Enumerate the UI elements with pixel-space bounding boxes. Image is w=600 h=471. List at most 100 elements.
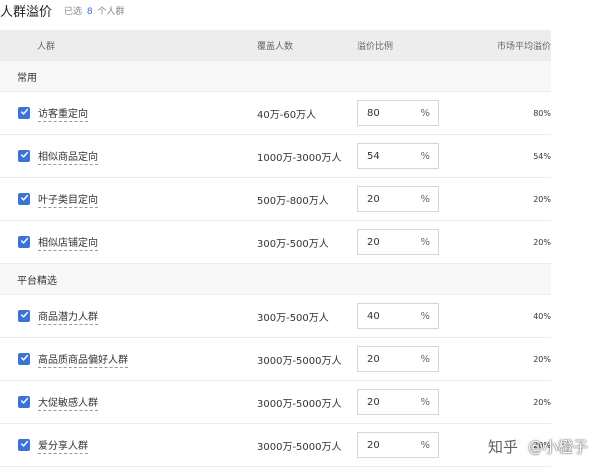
premium-ratio-value[interactable]: 80	[367, 108, 380, 119]
market-average-premium: 20%	[533, 194, 551, 204]
crowd-cell: 大促敏感人群	[0, 394, 257, 411]
percent-unit: %	[420, 310, 430, 322]
crowd-checkbox[interactable]	[18, 396, 30, 408]
table-row: 高品质商品偏好人群 3000万-5000万人 20% 20%	[0, 338, 551, 381]
selected-summary: 已选 8 个人群	[64, 4, 125, 17]
check-icon	[20, 439, 29, 451]
check-icon	[20, 193, 29, 205]
check-icon	[20, 107, 29, 119]
premium-ratio-value[interactable]: 20	[367, 397, 380, 408]
cover-count: 3000万-5000万人	[257, 441, 342, 453]
crowd-checkbox[interactable]	[18, 353, 30, 365]
crowd-name[interactable]: 相似商品定向	[38, 148, 98, 165]
market-average-premium: 20%	[533, 397, 551, 407]
cover-count: 1000万-3000万人	[257, 152, 342, 164]
cover-count: 500万-800万人	[257, 195, 329, 207]
table-row: 相似店铺定向 300万-500万人 20% 20%	[0, 221, 551, 264]
crowd-cell: 商品潜力人群	[0, 308, 257, 325]
crowd-premium-table: 人群 覆盖人数 溢价比例 市场平均溢价 常用 访客重定向 40万-60万人 80% 80…	[0, 30, 551, 467]
premium-ratio-input[interactable]: 20%	[357, 346, 439, 372]
crowd-checkbox[interactable]	[18, 310, 30, 322]
premium-ratio-value[interactable]: 20	[367, 354, 380, 365]
column-header-market: 市场平均溢价	[496, 42, 551, 52]
check-icon	[20, 396, 29, 408]
cover-count: 3000万-5000万人	[257, 355, 342, 367]
table-row: 爱分享人群 3000万-5000万人 20% 20%	[0, 424, 551, 467]
crowd-name[interactable]: 相似店铺定向	[38, 234, 98, 251]
premium-ratio-value[interactable]: 20	[367, 237, 380, 248]
crowd-cell: 相似商品定向	[0, 148, 257, 165]
page-title: 人群溢价	[0, 4, 53, 20]
selected-suffix: 个人群	[97, 6, 125, 17]
crowd-name[interactable]: 商品潜力人群	[38, 308, 98, 325]
ratio-cell: 20%	[357, 186, 467, 212]
market-average-premium: 20%	[533, 354, 551, 364]
selected-prefix: 已选	[64, 6, 83, 17]
premium-ratio-input[interactable]: 54%	[357, 143, 439, 169]
crowd-name[interactable]: 叶子类目定向	[38, 191, 98, 208]
market-average-premium: 40%	[533, 311, 551, 321]
selected-count: 8	[86, 6, 93, 17]
crowd-checkbox[interactable]	[18, 236, 30, 248]
group-label: 平台精选	[0, 264, 551, 295]
premium-ratio-value[interactable]: 54	[367, 151, 380, 162]
watermark: 知乎 @小橙子	[488, 436, 588, 457]
crowd-checkbox[interactable]	[18, 439, 30, 451]
cover-count: 3000万-5000万人	[257, 398, 342, 410]
crowd-cell: 高品质商品偏好人群	[0, 351, 257, 368]
group-label: 常用	[0, 61, 551, 92]
premium-ratio-input[interactable]: 20%	[357, 389, 439, 415]
crowd-checkbox[interactable]	[18, 193, 30, 205]
ratio-cell: 20%	[357, 346, 467, 372]
percent-unit: %	[420, 150, 430, 162]
check-icon	[20, 310, 29, 322]
crowd-name[interactable]: 爱分享人群	[38, 437, 88, 454]
premium-ratio-input[interactable]: 20%	[357, 186, 439, 212]
crowd-name[interactable]: 访客重定向	[38, 105, 88, 122]
check-icon	[20, 150, 29, 162]
crowd-checkbox[interactable]	[18, 107, 30, 119]
check-icon	[20, 236, 29, 248]
crowd-cell: 访客重定向	[0, 105, 257, 122]
crowd-name[interactable]: 高品质商品偏好人群	[38, 351, 128, 368]
premium-ratio-value[interactable]: 20	[367, 194, 380, 205]
market-average-premium: 54%	[533, 151, 551, 161]
ratio-cell: 20%	[357, 389, 467, 415]
crowd-cell: 相似店铺定向	[0, 234, 257, 251]
column-header-cover: 覆盖人数	[257, 42, 294, 52]
crowd-cell: 爱分享人群	[0, 437, 257, 454]
column-header-ratio: 溢价比例	[357, 42, 394, 52]
crowd-checkbox[interactable]	[18, 150, 30, 162]
watermark-author: @小橙子	[527, 438, 588, 456]
page-header: 人群溢价 已选 8 个人群	[0, 0, 600, 20]
table-row: 访客重定向 40万-60万人 80% 80%	[0, 92, 551, 135]
crowd-name[interactable]: 大促敏感人群	[38, 394, 98, 411]
premium-ratio-input[interactable]: 20%	[357, 432, 439, 458]
table-row: 大促敏感人群 3000万-5000万人 20% 20%	[0, 381, 551, 424]
column-header-name: 人群	[37, 42, 56, 52]
premium-ratio-input[interactable]: 80%	[357, 100, 439, 126]
percent-unit: %	[420, 396, 430, 408]
table-row: 商品潜力人群 300万-500万人 40% 40%	[0, 295, 551, 338]
ratio-cell: 20%	[357, 432, 467, 458]
ratio-cell: 54%	[357, 143, 467, 169]
percent-unit: %	[420, 107, 430, 119]
market-average-premium: 80%	[533, 108, 551, 118]
premium-ratio-value[interactable]: 40	[367, 311, 380, 322]
ratio-cell: 40%	[357, 303, 467, 329]
cover-count: 300万-500万人	[257, 312, 329, 324]
crowd-cell: 叶子类目定向	[0, 191, 257, 208]
table-header: 人群 覆盖人数 溢价比例 市场平均溢价	[0, 30, 551, 61]
percent-unit: %	[420, 236, 430, 248]
premium-ratio-input[interactable]: 40%	[357, 303, 439, 329]
watermark-site: 知乎	[487, 438, 518, 456]
market-average-premium: 20%	[533, 237, 551, 247]
premium-ratio-value[interactable]: 20	[367, 440, 380, 451]
table-body: 常用 访客重定向 40万-60万人 80% 80% 相似商品定向 1000万-3000万人 5…	[0, 61, 551, 467]
percent-unit: %	[420, 439, 430, 451]
percent-unit: %	[420, 353, 430, 365]
ratio-cell: 80%	[357, 100, 467, 126]
table-row: 相似商品定向 1000万-3000万人 54% 54%	[0, 135, 551, 178]
premium-ratio-input[interactable]: 20%	[357, 229, 439, 255]
ratio-cell: 20%	[357, 229, 467, 255]
